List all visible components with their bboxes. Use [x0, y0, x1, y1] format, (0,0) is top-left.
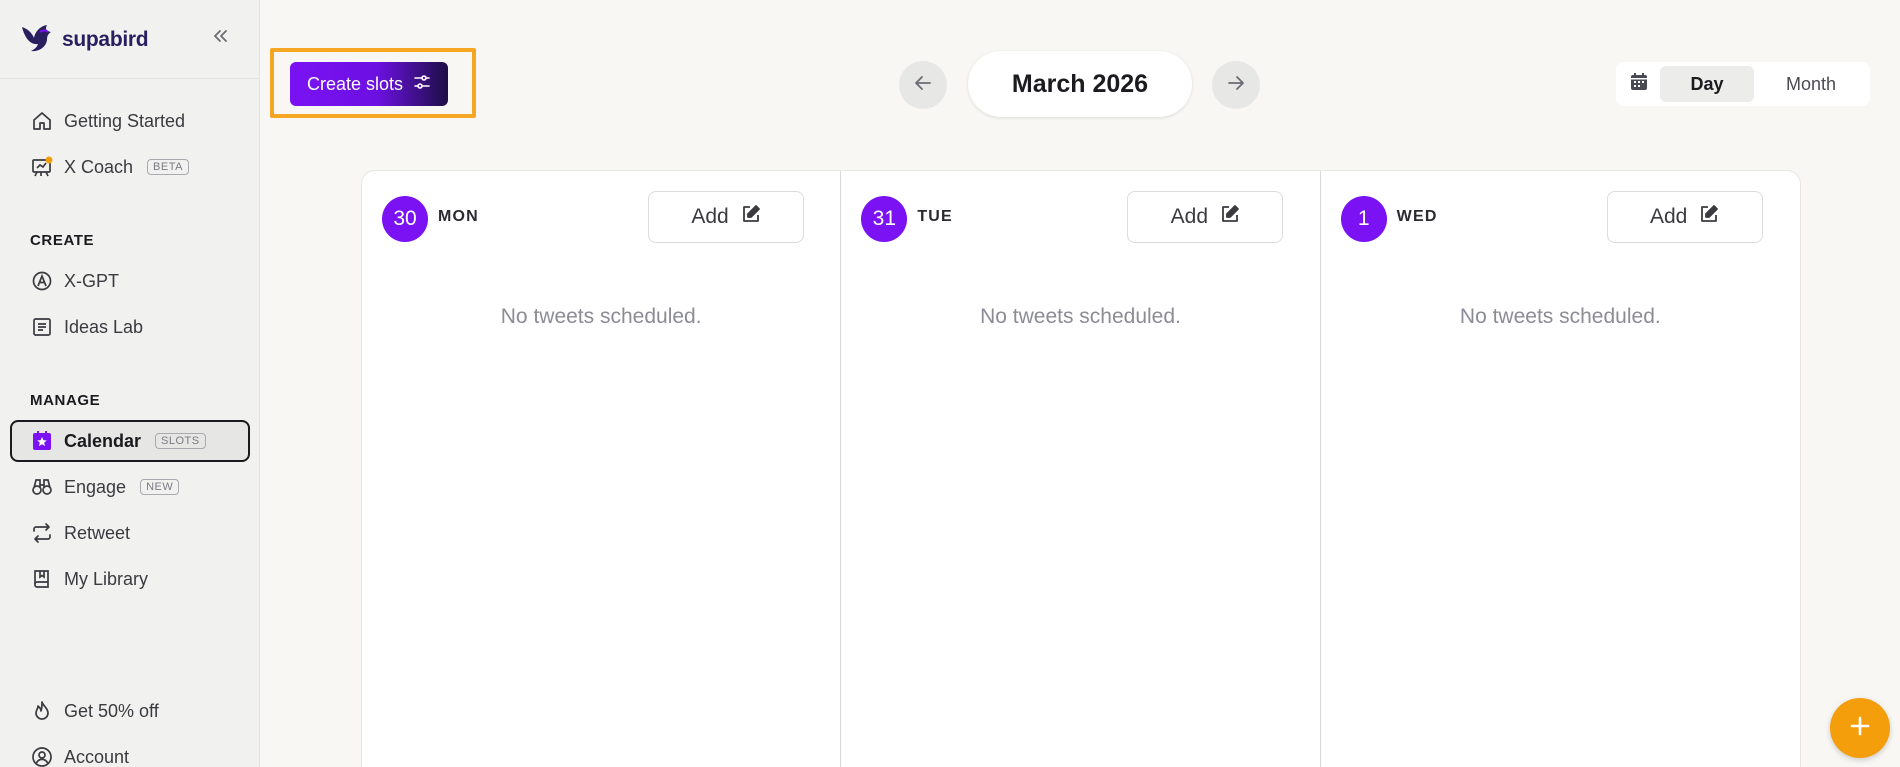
- collapse-sidebar-button[interactable]: [208, 26, 232, 50]
- home-icon: [30, 109, 54, 133]
- sidebar-item-engage[interactable]: Engage NEW: [10, 466, 250, 508]
- arrow-right-icon: [1225, 72, 1247, 99]
- day-name: TUE: [917, 208, 953, 225]
- retweet-icon: [30, 521, 54, 545]
- plus-icon: [1847, 713, 1873, 744]
- coach-icon: [30, 155, 54, 179]
- edit-icon: [1220, 204, 1240, 230]
- day-column: 30 MON Add No tweets scheduled.: [362, 171, 842, 767]
- add-tweet-button[interactable]: Add: [1606, 191, 1763, 243]
- beta-badge: BETA: [147, 159, 189, 175]
- double-chevron-left-icon: [211, 27, 229, 50]
- sidebar-item-get-50-off[interactable]: Get 50% off: [10, 690, 250, 732]
- sidebar-item-label: My Library: [64, 568, 149, 589]
- sidebar-item-account[interactable]: Account: [10, 736, 250, 767]
- slots-badge: SLOTS: [155, 433, 206, 449]
- section-title-create: CREATE: [30, 232, 95, 249]
- empty-state-text: No tweets scheduled.: [500, 305, 702, 328]
- calendar-picker-button[interactable]: [1620, 66, 1658, 102]
- add-fab-button[interactable]: [1830, 698, 1890, 758]
- day-column: 1 WED Add No tweets scheduled.: [1321, 171, 1800, 767]
- create-slots-label: Create slots: [306, 73, 404, 94]
- section-title-manage: MANAGE: [30, 392, 101, 409]
- new-badge: NEW: [140, 479, 180, 495]
- create-slots-button[interactable]: Create slots: [290, 62, 448, 106]
- day-column: 31 TUE Add No tweets scheduled.: [841, 171, 1321, 767]
- sidebar-item-label: Ideas Lab: [64, 316, 144, 337]
- sidebar-item-calendar[interactable]: Calendar SLOTS: [10, 420, 250, 462]
- ai-icon: [30, 269, 54, 293]
- day-name: MON: [438, 208, 479, 225]
- empty-state-text: No tweets scheduled.: [1459, 305, 1661, 328]
- edit-icon: [1699, 204, 1719, 230]
- sidebar: supabird Getting Started X Coach BETA CR…: [0, 0, 260, 767]
- add-label: Add: [1649, 205, 1688, 228]
- next-month-button[interactable]: [1212, 61, 1260, 109]
- app-root: supabird Getting Started X Coach BETA CR…: [0, 0, 1900, 767]
- library-icon: [30, 567, 54, 591]
- day-number-badge: 30: [382, 196, 428, 242]
- prev-month-button[interactable]: [899, 61, 947, 109]
- sidebar-item-label: Getting Started: [64, 110, 186, 131]
- sidebar-item-label: X Coach: [64, 156, 134, 177]
- arrow-left-icon: [912, 72, 934, 99]
- notes-icon: [30, 315, 54, 339]
- sidebar-item-label: Calendar: [64, 430, 142, 451]
- edit-icon: [741, 204, 761, 230]
- sidebar-item-getting-started[interactable]: Getting Started: [10, 100, 250, 142]
- sidebar-divider: [0, 78, 259, 79]
- view-day-tab[interactable]: Day: [1660, 66, 1754, 102]
- empty-state-text: No tweets scheduled.: [980, 305, 1181, 328]
- calendar-grid: 30 MON Add No tweets scheduled. 31 TUE A…: [361, 170, 1801, 767]
- sidebar-item-label: Engage: [64, 476, 127, 497]
- sidebar-item-label: Retweet: [64, 522, 131, 543]
- add-tweet-button[interactable]: Add: [1127, 191, 1284, 243]
- view-toggle: Day Month: [1616, 62, 1870, 106]
- calendar-icon: [1629, 72, 1649, 97]
- calendar-star-icon: [30, 429, 54, 453]
- sidebar-item-retweet[interactable]: Retweet: [10, 512, 250, 554]
- flame-icon: [30, 699, 54, 723]
- add-label: Add: [1170, 205, 1209, 228]
- binoculars-icon: [30, 475, 54, 499]
- brand[interactable]: supabird: [20, 23, 149, 58]
- sidebar-item-x-gpt[interactable]: X-GPT: [10, 260, 250, 302]
- sidebar-item-x-coach[interactable]: X Coach BETA: [10, 146, 250, 188]
- view-month-tab[interactable]: Month: [1756, 66, 1866, 102]
- user-icon: [30, 745, 54, 767]
- sidebar-item-label: Get 50% off: [64, 700, 159, 721]
- add-tweet-button[interactable]: Add: [648, 191, 804, 243]
- sliders-icon: [413, 74, 431, 95]
- add-label: Add: [691, 205, 729, 228]
- day-number-badge: 31: [861, 196, 908, 242]
- sidebar-item-label: X-GPT: [64, 270, 120, 291]
- month-label: March 2026: [968, 51, 1192, 117]
- day-number-badge: 1: [1340, 196, 1387, 242]
- supabird-logo-icon: [20, 23, 54, 58]
- sidebar-item-label: Account: [64, 746, 130, 767]
- day-name: WED: [1396, 208, 1438, 225]
- sidebar-item-my-library[interactable]: My Library: [10, 558, 250, 600]
- brand-name: supabird: [62, 28, 149, 51]
- sidebar-item-ideas-lab[interactable]: Ideas Lab: [10, 306, 250, 348]
